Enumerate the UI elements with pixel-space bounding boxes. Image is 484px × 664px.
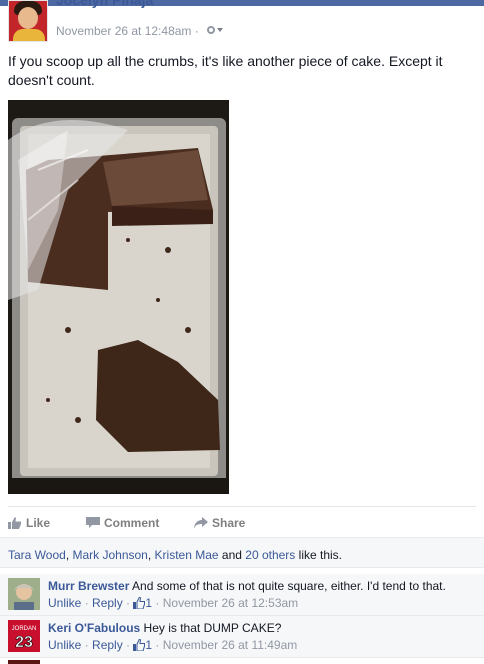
author-avatar[interactable] bbox=[8, 0, 48, 42]
likes-others-link[interactable]: 20 others bbox=[245, 548, 295, 562]
meta-dot: · bbox=[122, 638, 134, 652]
post-header: Jocelyn Pinaja November 26 at 12:48am · bbox=[8, 0, 484, 44]
next-commenter-avatar bbox=[8, 660, 40, 664]
like-label: Like bbox=[26, 516, 51, 530]
meta-separator: · bbox=[194, 24, 199, 38]
comment-icon bbox=[86, 517, 100, 529]
jersey-name: JORDAN bbox=[12, 626, 37, 632]
avatar-shirt bbox=[13, 29, 45, 41]
liker-kristen-mae[interactable]: Kristen Mae bbox=[155, 548, 219, 562]
comment-author[interactable]: Murr Brewster bbox=[48, 579, 129, 593]
thumbs-up-icon bbox=[133, 596, 146, 610]
jersey-number: 23 bbox=[15, 634, 33, 651]
post-author-name[interactable]: Jocelyn Pinaja bbox=[56, 0, 153, 8]
comment-timestamp[interactable]: November 26 at 11:49am bbox=[163, 638, 298, 652]
meta-dot: · bbox=[152, 638, 163, 652]
meta-dot: · bbox=[81, 596, 93, 610]
comment-item: Murr Brewster And some of that is not qu… bbox=[0, 574, 484, 616]
likes-suffix: like this. bbox=[295, 548, 342, 562]
unlike-link[interactable]: Unlike bbox=[48, 638, 81, 652]
comment-text: And some of that is not quite square, ei… bbox=[132, 579, 446, 593]
reply-link[interactable]: Reply bbox=[92, 638, 123, 652]
thumbs-up-icon bbox=[8, 517, 22, 529]
post-timestamp[interactable]: November 26 at 12:48am bbox=[56, 24, 191, 38]
commenter-avatar[interactable] bbox=[8, 578, 40, 610]
commenter-avatar[interactable]: JORDAN 23 bbox=[8, 620, 40, 652]
comment-button[interactable]: Comment bbox=[86, 516, 159, 530]
unlike-link[interactable]: Unlike bbox=[48, 596, 81, 610]
comment-timestamp[interactable]: November 26 at 12:53am bbox=[163, 596, 298, 610]
likes-and: and bbox=[218, 548, 246, 562]
liker-tara-wood[interactable]: Tara Wood bbox=[8, 548, 66, 562]
share-arrow-icon bbox=[194, 517, 208, 529]
comment-meta: Unlike · Reply · 1 · November 26 at 11:4… bbox=[48, 637, 478, 653]
comment-body: Murr Brewster And some of that is not qu… bbox=[48, 578, 478, 611]
meta-dot: · bbox=[81, 638, 93, 652]
avatar-face bbox=[18, 7, 38, 29]
post-actions-bar: Like Comment Share bbox=[8, 506, 476, 536]
like-button[interactable]: Like bbox=[8, 516, 50, 530]
post-text: If you scoop up all the crumbs, it's lik… bbox=[8, 53, 443, 88]
thumbs-up-icon bbox=[133, 638, 146, 652]
comment-item: JORDAN 23 Keri O'Fabulous Hey is that DU… bbox=[0, 616, 484, 658]
post-meta: November 26 at 12:48am · bbox=[56, 24, 224, 38]
liker-mark-johnson[interactable]: Mark Johnson bbox=[72, 548, 147, 562]
comment-body: Keri O'Fabulous Hey is that DUMP CAKE? U… bbox=[48, 620, 478, 653]
reply-link[interactable]: Reply bbox=[92, 596, 123, 610]
likes-summary: Tara Wood, Mark Johnson, Kristen Mae and… bbox=[0, 537, 484, 568]
share-label: Share bbox=[212, 516, 246, 530]
share-button[interactable]: Share bbox=[194, 516, 245, 530]
meta-dot: · bbox=[122, 596, 134, 610]
post-photo[interactable] bbox=[8, 100, 229, 494]
comment-meta: Unlike · Reply · 1 · November 26 at 12:5… bbox=[48, 595, 478, 611]
meta-dot: · bbox=[152, 596, 163, 610]
likes-separator: , bbox=[147, 548, 155, 562]
gear-icon[interactable] bbox=[206, 24, 224, 38]
comment-author[interactable]: Keri O'Fabulous bbox=[48, 621, 140, 635]
comment-text: Hey is that DUMP CAKE? bbox=[143, 621, 282, 635]
comment-label: Comment bbox=[104, 516, 160, 530]
